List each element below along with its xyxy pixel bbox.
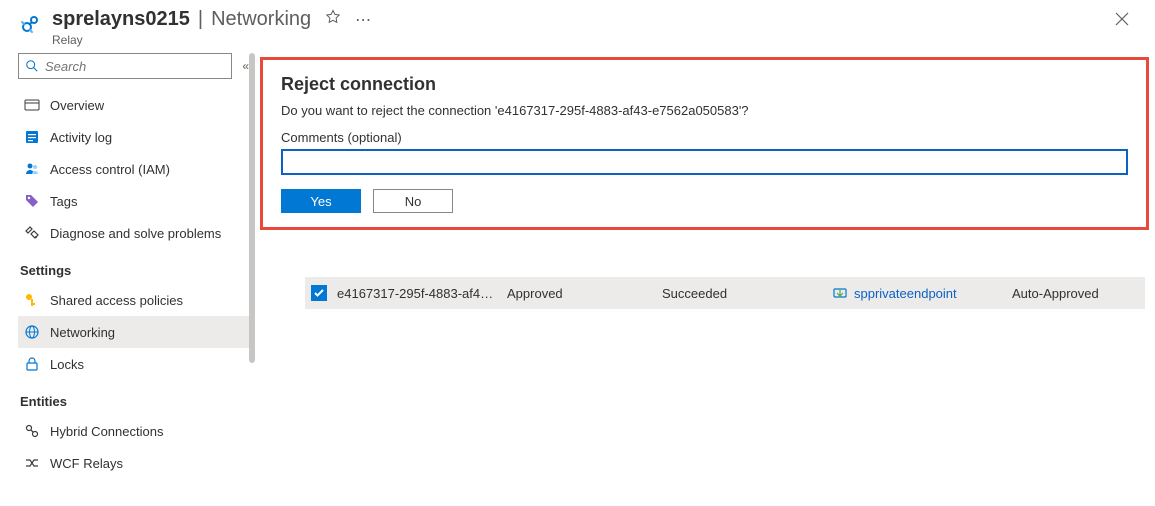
key-icon: [24, 292, 40, 308]
diagnose-icon: [24, 225, 40, 241]
sidebar-item-locks[interactable]: Locks: [18, 348, 255, 380]
checkmark-icon: [313, 287, 325, 299]
favorite-star-icon[interactable]: [325, 9, 341, 30]
more-actions-icon[interactable]: ⋯: [355, 10, 371, 30]
sidebar-item-networking[interactable]: Networking: [18, 316, 255, 348]
cell-provisioning-state: Succeeded: [662, 286, 832, 301]
sidebar-item-diagnose[interactable]: Diagnose and solve problems: [18, 217, 255, 249]
sidebar-item-overview[interactable]: Overview: [18, 89, 255, 121]
networking-icon: [24, 324, 40, 340]
sidebar-item-wcf-relays[interactable]: WCF Relays: [18, 447, 255, 479]
sidebar-item-shared-access[interactable]: Shared access policies: [18, 284, 255, 316]
blade-title: Networking: [211, 8, 311, 31]
resource-type-label: Relay: [52, 33, 1107, 47]
search-input[interactable]: [45, 59, 225, 74]
sidebar-item-label: Overview: [50, 98, 104, 113]
cell-description: Auto-Approved: [1012, 286, 1145, 301]
sidebar-item-tags[interactable]: Tags: [18, 185, 255, 217]
search-icon: [25, 59, 39, 73]
sidebar-item-label: Networking: [50, 325, 115, 340]
wcf-relays-icon: [24, 455, 40, 471]
yes-button[interactable]: Yes: [281, 189, 361, 213]
dialog-message: Do you want to reject the connection 'e4…: [281, 103, 1128, 118]
main-content: Reject connection Do you want to reject …: [255, 53, 1155, 506]
cell-connection-name: e4167317-295f-4883-af4…: [337, 286, 507, 301]
sidebar-item-activity-log[interactable]: Activity log: [18, 121, 255, 153]
row-checkbox[interactable]: [311, 285, 337, 301]
overview-icon: [24, 97, 40, 113]
sidebar-item-label: Locks: [50, 357, 84, 372]
private-endpoint-icon: [832, 285, 848, 301]
dialog-title: Reject connection: [281, 74, 1128, 95]
sidebar-item-label: Activity log: [50, 130, 112, 145]
sidebar-item-hybrid-connections[interactable]: Hybrid Connections: [18, 415, 255, 447]
sidebar-item-access-control[interactable]: Access control (IAM): [18, 153, 255, 185]
resource-name: sprelayns0215: [52, 8, 190, 31]
access-control-icon: [24, 161, 40, 177]
no-button[interactable]: No: [373, 189, 453, 213]
activity-log-icon: [24, 129, 40, 145]
sidebar-item-label: Tags: [50, 194, 77, 209]
sidebar-search[interactable]: [18, 53, 232, 79]
title-separator: |: [198, 8, 203, 31]
sidebar-item-label: Shared access policies: [50, 293, 183, 308]
sidebar: « Overview Activity log Access control (…: [0, 53, 255, 506]
endpoint-link-text: spprivateendpoint: [854, 286, 957, 301]
collapse-sidebar-icon[interactable]: «: [242, 59, 249, 73]
lock-icon: [24, 356, 40, 372]
sidebar-item-label: WCF Relays: [50, 456, 123, 471]
cell-private-endpoint[interactable]: spprivateendpoint: [832, 285, 1012, 301]
reject-connection-dialog: Reject connection Do you want to reject …: [260, 57, 1149, 230]
close-button[interactable]: [1107, 8, 1137, 35]
relay-icon: [18, 12, 42, 36]
comments-input[interactable]: [281, 149, 1128, 175]
cell-connection-state: Approved: [507, 286, 662, 301]
sidebar-item-label: Access control (IAM): [50, 162, 170, 177]
sidebar-item-label: Hybrid Connections: [50, 424, 163, 439]
sidebar-item-label: Diagnose and solve problems: [50, 226, 221, 241]
connection-table-row[interactable]: e4167317-295f-4883-af4… Approved Succeed…: [305, 277, 1145, 309]
blade-header: sprelayns0215 | Networking ⋯ Relay: [0, 0, 1155, 53]
sidebar-section-entities: Entities: [20, 394, 255, 409]
hybrid-connections-icon: [24, 423, 40, 439]
comments-label: Comments (optional): [281, 130, 1128, 145]
tags-icon: [24, 193, 40, 209]
sidebar-section-settings: Settings: [20, 263, 255, 278]
